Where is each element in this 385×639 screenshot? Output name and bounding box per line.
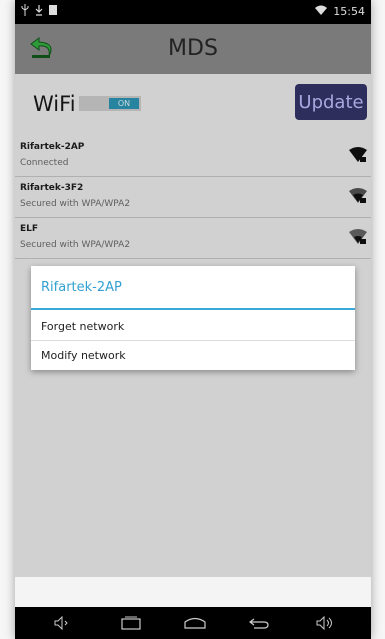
forget-network-label: Forget network [41, 319, 125, 333]
forget-network-option[interactable]: Forget network [31, 312, 355, 340]
recent-apps-icon[interactable] [119, 613, 143, 633]
status-time: 15:54 [333, 5, 365, 18]
app-title: MDS [168, 36, 218, 61]
usb-icon [21, 4, 29, 19]
dialog-title: Rifartek-2AP [41, 280, 122, 295]
network-options-dialog: Rifartek-2AP Forget network Modify netwo… [31, 266, 355, 370]
back-icon[interactable] [247, 613, 271, 633]
home-icon[interactable] [183, 613, 207, 633]
wifi-icon [315, 5, 328, 18]
modify-network-option[interactable]: Modify network [31, 341, 355, 369]
modify-network-label: Modify network [41, 348, 126, 362]
dialog-title-divider [31, 308, 355, 310]
download-icon [35, 4, 43, 19]
device-screen: 15:54 MDS WiFi ON Update Rifartek-2AP Co [15, 0, 371, 639]
status-bar: 15:54 [15, 0, 371, 24]
volume-down-icon[interactable] [51, 613, 75, 633]
navigation-bar [15, 607, 371, 639]
volume-up-icon[interactable] [313, 613, 337, 633]
status-left-icons [21, 4, 57, 19]
notification-icon [49, 5, 57, 18]
app-bar: MDS [15, 24, 371, 74]
status-right: 15:54 [315, 5, 365, 18]
